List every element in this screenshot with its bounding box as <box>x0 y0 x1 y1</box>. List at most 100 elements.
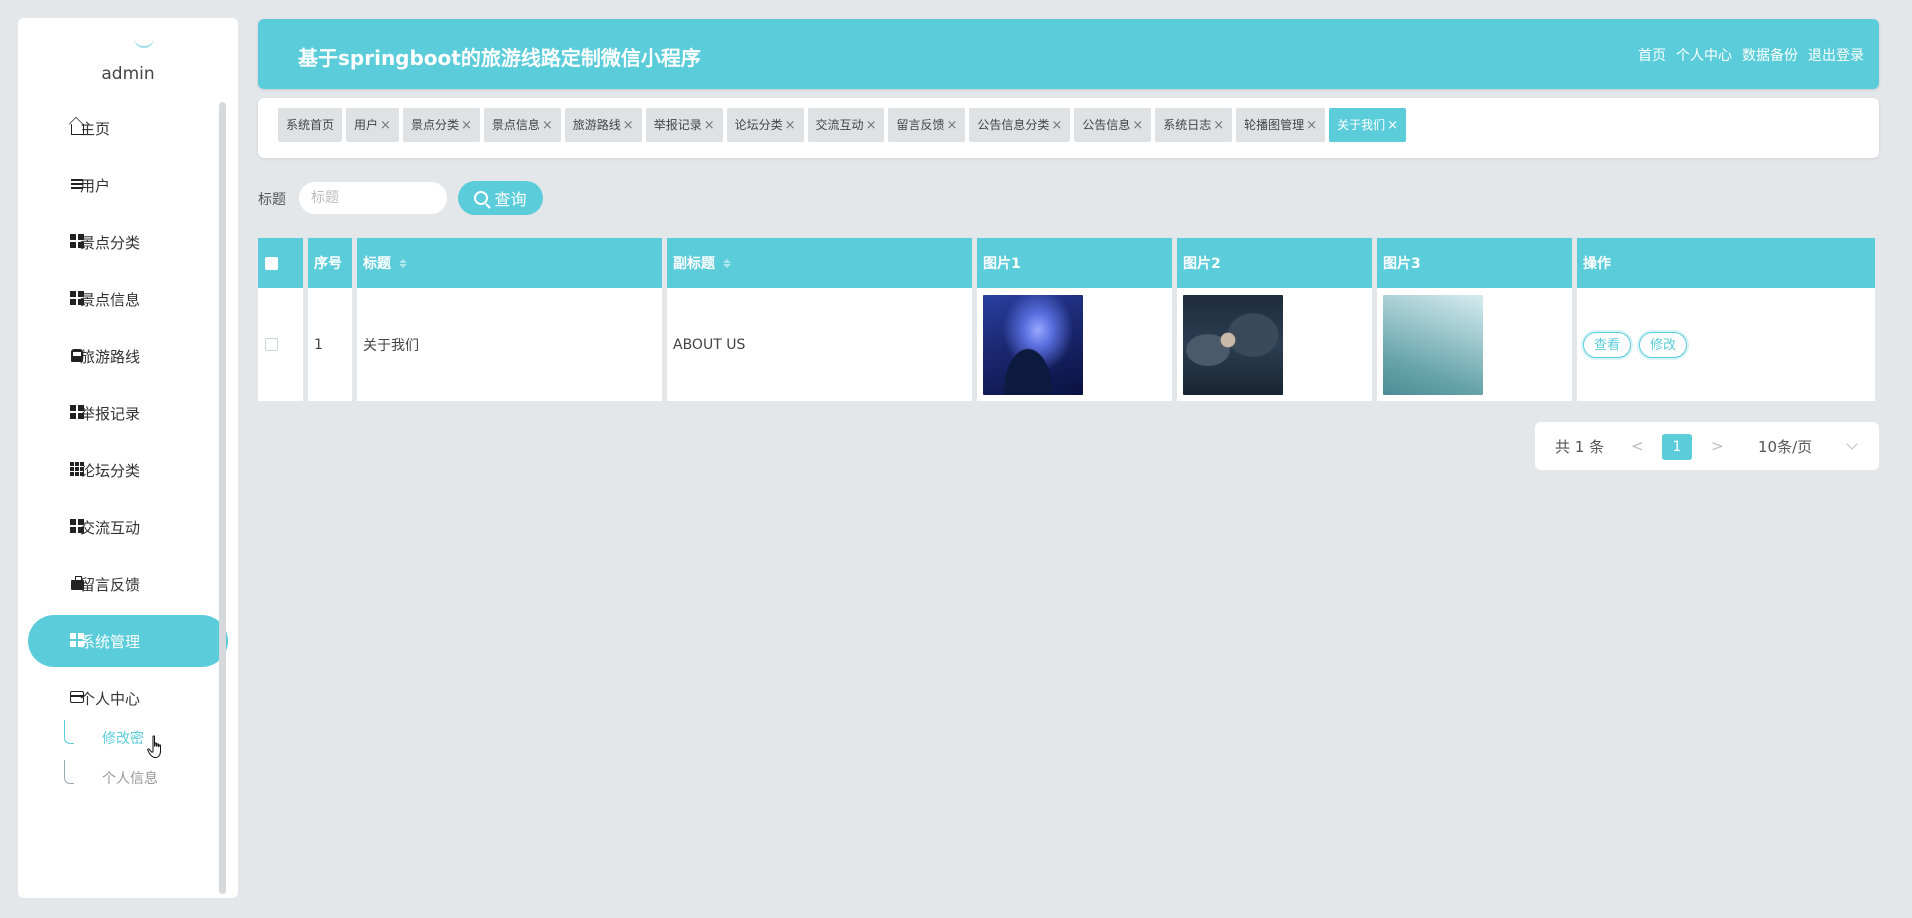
sidebar-item-label: 个人中心 <box>80 689 141 708</box>
tab-tag-label: 举报记录 <box>653 118 702 132</box>
row-image2-cell <box>1177 288 1372 401</box>
close-icon[interactable]: × <box>380 118 391 133</box>
data-table: 序号 标题 副标题 图片1 图片2 图片3 操作 1 关于我们 ABOUT US… <box>258 238 1875 403</box>
sidebar-item-label: 景点信息 <box>80 290 141 309</box>
tab-tag-label: 留言反馈 <box>896 118 945 132</box>
tab-tag[interactable]: 景点信息 × <box>483 108 561 142</box>
sidebar-subitem-label: 个人信息 <box>102 771 158 787</box>
list-icon <box>70 177 84 191</box>
username: admin <box>101 64 155 84</box>
row-subtitle-cell: ABOUT US <box>667 288 972 401</box>
sidebar-item-scenic-info[interactable]: 景点信息 <box>28 273 228 325</box>
header-link-logout[interactable]: 退出登录 <box>1808 45 1864 65</box>
tab-tag[interactable]: 留言反馈 × <box>888 108 966 142</box>
close-icon[interactable]: × <box>1132 118 1143 133</box>
column-header-image1: 图片1 <box>977 238 1172 288</box>
close-icon[interactable]: × <box>1051 118 1062 133</box>
close-icon[interactable]: × <box>461 118 472 133</box>
sidebar-item-label: 留言反馈 <box>80 575 141 594</box>
sidebar-subitem-change-password[interactable]: 修改密 <box>64 720 224 760</box>
tab-tag[interactable]: 系统首页 <box>278 108 343 142</box>
next-page-button[interactable]: > <box>1711 437 1724 455</box>
search-button[interactable]: 查询 <box>458 181 543 215</box>
sidebar-item-home[interactable]: 主页 <box>28 102 228 154</box>
header-link-backup[interactable]: 数据备份 <box>1742 45 1798 65</box>
tab-tag-label: 关于我们 <box>1337 118 1386 132</box>
sidebar-item-forum-category[interactable]: 论坛分类 <box>28 444 228 496</box>
building-image[interactable] <box>1383 294 1483 395</box>
tab-tag[interactable]: 系统日志 × <box>1155 108 1233 142</box>
sidebar-item-routes[interactable]: 旅游路线 <box>28 330 228 382</box>
sidebar-item-interaction[interactable]: 交流互动 <box>28 501 228 553</box>
header-link-home[interactable]: 首页 <box>1638 45 1666 65</box>
grid-icon <box>70 291 84 305</box>
view-button[interactable]: 查看 <box>1583 331 1632 358</box>
column-header-title[interactable]: 标题 <box>357 238 662 288</box>
row-checkbox[interactable] <box>265 338 278 351</box>
grid-icon <box>70 633 84 647</box>
close-icon[interactable]: × <box>704 118 715 133</box>
tab-tag[interactable]: 关于我们 × <box>1329 108 1406 142</box>
sidebar-item-label: 景点分类 <box>80 233 141 252</box>
select-all-checkbox[interactable] <box>265 256 278 270</box>
page-size-select[interactable]: 10条/页 <box>1758 436 1812 457</box>
pagination-total: 共 1 条 <box>1555 437 1605 456</box>
sidebar-subitem-personal-info[interactable]: 个人信息 <box>64 760 224 800</box>
sidebar-item-users[interactable]: 用户 <box>28 159 228 211</box>
handshake-image[interactable] <box>1183 294 1283 395</box>
tab-tag[interactable]: 轮播图管理 × <box>1236 108 1326 142</box>
tab-tag-label: 用户 <box>354 118 379 132</box>
prev-page-button[interactable]: < <box>1631 437 1644 455</box>
tab-tag[interactable]: 用户 × <box>346 108 399 142</box>
header-link-profile[interactable]: 个人中心 <box>1676 45 1732 65</box>
close-icon[interactable]: × <box>542 118 553 133</box>
sidebar-item-profile[interactable]: 个人中心 <box>28 672 228 724</box>
sidebar-item-scenic-category[interactable]: 景点分类 <box>28 216 228 268</box>
grid-icon <box>70 234 84 248</box>
globe-image[interactable] <box>983 294 1083 395</box>
briefcase-icon <box>70 575 84 590</box>
sidebar-item-reports[interactable]: 举报记录 <box>28 387 228 439</box>
tab-tag[interactable]: 公告信息分类 × <box>969 108 1071 142</box>
column-header-subtitle[interactable]: 副标题 <box>667 238 972 288</box>
tab-tag[interactable]: 公告信息 × <box>1074 108 1152 142</box>
close-icon[interactable]: × <box>1387 118 1398 133</box>
close-icon[interactable]: × <box>866 118 877 133</box>
sort-icon[interactable] <box>399 258 407 268</box>
sort-icon[interactable] <box>723 258 731 268</box>
sidebar-item-feedback[interactable]: 留言反馈 <box>28 558 228 610</box>
close-icon[interactable]: × <box>1306 118 1317 133</box>
grid-icon <box>70 405 84 419</box>
sidebar-subitem-label: 修改密 <box>102 731 144 747</box>
home-icon <box>70 120 84 135</box>
tab-tag[interactable]: 论坛分类 × <box>726 108 804 142</box>
edit-button[interactable]: 修改 <box>1639 331 1688 358</box>
tab-tag-label: 系统日志 <box>1163 118 1212 132</box>
close-icon[interactable]: × <box>623 118 634 133</box>
search-input[interactable] <box>298 181 448 215</box>
row-image1-cell <box>977 288 1172 401</box>
tab-tag-label: 论坛分类 <box>734 118 783 132</box>
sidebar-item-label: 系统管理 <box>80 632 141 651</box>
sidebar-item-label: 用户 <box>80 176 111 195</box>
chevron-down-icon[interactable] <box>1846 438 1858 450</box>
current-page-button[interactable]: 1 <box>1662 434 1692 460</box>
pagination: 共 1 条 < 1 > 10条/页 <box>1535 422 1879 470</box>
search-icon <box>474 191 489 205</box>
sidebar-item-label: 论坛分类 <box>80 461 141 480</box>
close-icon[interactable]: × <box>1213 118 1224 133</box>
app-title: 基于springboot的旅游线路定制微信小程序 <box>298 46 701 70</box>
tab-tag[interactable]: 交流互动 × <box>807 108 885 142</box>
tab-tag-label: 景点分类 <box>410 118 459 132</box>
close-icon[interactable]: × <box>946 118 957 133</box>
row-image3-cell <box>1377 288 1572 401</box>
tab-tag[interactable]: 旅游路线 × <box>564 108 642 142</box>
avatar[interactable] <box>134 38 154 48</box>
tab-tag[interactable]: 景点分类 × <box>402 108 480 142</box>
tab-tag[interactable]: 举报记录 × <box>645 108 723 142</box>
sidebar-scrollbar[interactable] <box>219 102 226 894</box>
sidebar-item-system[interactable]: 系统管理 <box>28 615 228 667</box>
sidebar-item-label: 交流互动 <box>80 518 141 537</box>
close-icon[interactable]: × <box>785 118 796 133</box>
column-header-image2: 图片2 <box>1177 238 1372 288</box>
